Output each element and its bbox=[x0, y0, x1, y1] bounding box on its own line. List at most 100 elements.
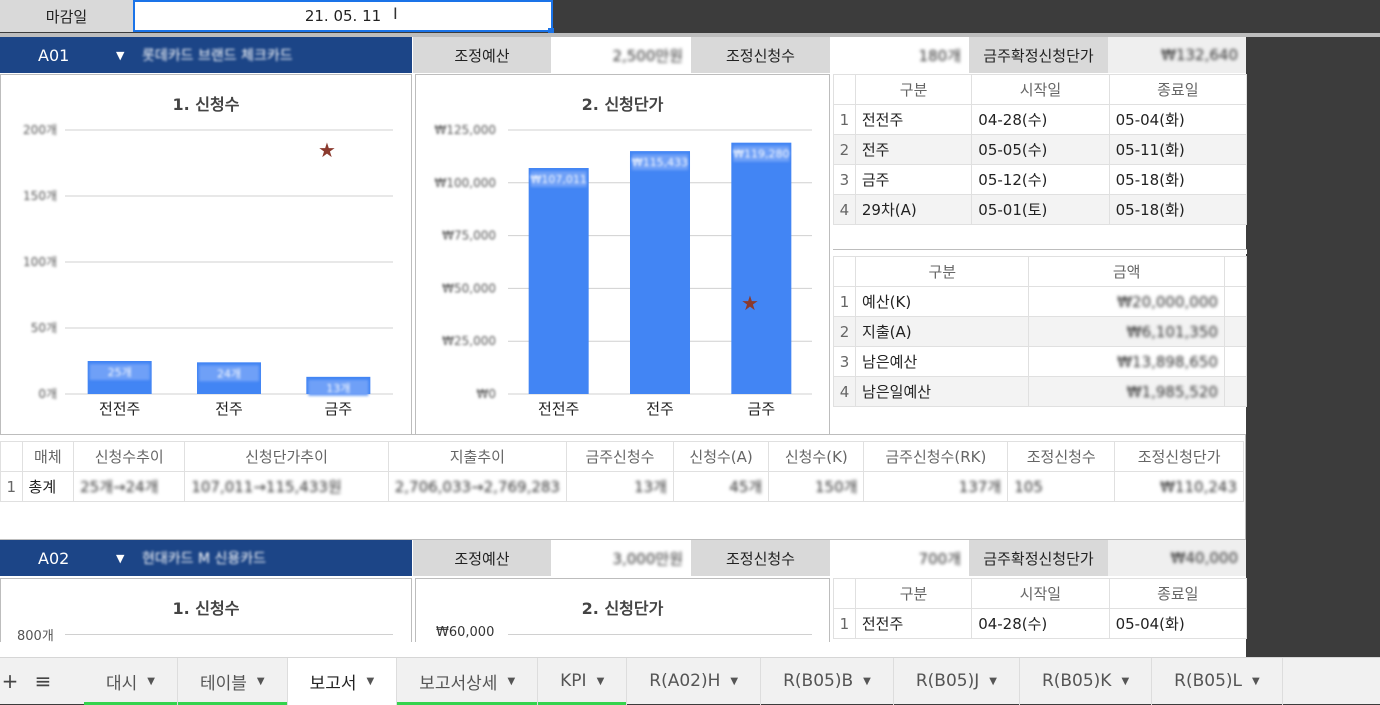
table-row[interactable]: 2 지출(A) ₩6,101,350 bbox=[832, 316, 1248, 347]
sheet-tab-label: 보고서상세 bbox=[419, 673, 498, 694]
sheet-tab[interactable]: R(B05)L ▼ bbox=[1152, 657, 1283, 705]
caret-down-icon[interactable]: ▼ bbox=[730, 676, 738, 687]
caret-down-icon[interactable]: ▼ bbox=[1121, 676, 1129, 687]
table-row[interactable]: 4 남은일예산 ₩1,985,520 bbox=[832, 376, 1248, 407]
caret-down-icon[interactable]: ▼ bbox=[367, 676, 375, 687]
deadline-value: 21. 05. 11 bbox=[304, 7, 382, 25]
row-number-cell bbox=[833, 74, 856, 105]
data-label: ₩115,433 bbox=[632, 156, 688, 169]
sheet-tab[interactable]: R(B05)B ▼ bbox=[761, 657, 894, 705]
header-cell: 시작일 bbox=[971, 74, 1110, 105]
star-icon: ★ bbox=[741, 291, 759, 315]
deadline-input[interactable]: 21. 05. 11 Ⅰ bbox=[133, 0, 553, 32]
sheet-tab[interactable]: R(B05)J ▼ bbox=[894, 657, 1020, 705]
header-cell: 금액 bbox=[1028, 256, 1225, 287]
y-tick-label: 200개 bbox=[23, 123, 57, 137]
y-tick-label: ₩50,000 bbox=[442, 281, 496, 295]
sheet-tab[interactable]: 보고서상세 ▼ bbox=[397, 657, 539, 705]
caret-down-icon[interactable]: ▼ bbox=[257, 676, 265, 687]
table-row[interactable]: 3 금주 05-12(수) 05-18(화) bbox=[833, 164, 1248, 195]
section-code: A02 bbox=[38, 548, 70, 568]
caret-down-icon[interactable]: ▼ bbox=[507, 676, 515, 687]
data-label: 13개 bbox=[326, 382, 350, 395]
y-tick-label: ₩60,000 bbox=[436, 625, 495, 640]
data-label: 24개 bbox=[217, 367, 241, 380]
table-row[interactable]: 1 예산(K) ₩20,000,000 bbox=[832, 286, 1248, 317]
adj-count-label: 조정신청수 bbox=[691, 37, 830, 73]
caret-down-icon[interactable]: ▼ bbox=[597, 676, 605, 687]
sheet-tab-label: 보고서 bbox=[309, 673, 357, 694]
sheet-tab-label: R(A02)H bbox=[649, 671, 721, 691]
row-number-cell bbox=[832, 256, 856, 287]
caret-down-icon[interactable]: ▼ bbox=[116, 49, 124, 62]
section-code: A01 bbox=[38, 45, 70, 65]
sheet-tab[interactable]: 보고서 ▼ bbox=[287, 657, 398, 705]
grid-line bbox=[65, 634, 393, 635]
x-category-label: 금주 bbox=[325, 400, 353, 418]
caret-down-icon[interactable]: ▼ bbox=[863, 676, 871, 687]
sheet-tab-label: R(B05)L bbox=[1174, 671, 1243, 691]
sheet-tab[interactable]: R(A02)H ▼ bbox=[627, 657, 762, 705]
header-cell: 종료일 bbox=[1108, 74, 1248, 105]
sheet-tab-label: R(B05)B bbox=[783, 671, 854, 691]
y-tick-label: 50개 bbox=[31, 321, 57, 335]
chart-svg: ₩0 ₩25,000 ₩50,000 ₩75,000 ₩100,000 ₩125,000 ₩… bbox=[435, 123, 812, 418]
caret-down-icon[interactable]: ▼ bbox=[989, 676, 997, 687]
caret-down-icon[interactable]: ▼ bbox=[1252, 676, 1260, 687]
x-category-label: 전전주 bbox=[99, 400, 140, 418]
y-tick-label: ₩100,000 bbox=[435, 176, 497, 190]
sheet-tab[interactable]: KPI ▼ bbox=[538, 657, 628, 705]
sheet-tab[interactable]: 대시 ▼ bbox=[84, 657, 178, 705]
bar[interactable] bbox=[528, 168, 589, 394]
sheet-tab[interactable]: R(B05)K ▼ bbox=[1020, 657, 1153, 705]
chart-application-count[interactable]: 1. 신청수 0개 50개 100개 150개 200개 25개 전전주 24개 전주 13개 금주… bbox=[0, 74, 412, 435]
text-cursor-icon: Ⅰ bbox=[393, 4, 398, 23]
sheet-tab-bar: + ≡ 대시 ▼ 테이블 ▼ 보고서 ▼ 보고서상세 ▼ KPI ▼ R(A02)H ▼ R(B05)B… bbox=[0, 657, 1380, 705]
deadline-label: 마감일 bbox=[0, 0, 133, 32]
x-category-label: 전주 bbox=[646, 400, 674, 418]
adj-budget-value: 2,500만원 bbox=[552, 37, 691, 73]
table-row[interactable]: 1 전전주 04-28(수) 05-04(화) bbox=[833, 104, 1248, 135]
data-label: ₩107,011 bbox=[530, 173, 586, 186]
chart-title: 2. 신청단가 bbox=[581, 599, 664, 618]
header-cell: 구분 bbox=[854, 74, 973, 105]
sheet-tab-label: 테이블 bbox=[199, 673, 247, 694]
sheet-tab-label: R(B05)J bbox=[915, 671, 980, 691]
table-row[interactable]: 1 총계 25개→24개 107,011→115,433원 2,706,033→… bbox=[0, 471, 1244, 502]
x-category-label: 금주 bbox=[748, 400, 776, 418]
adj-count-value: 700개 bbox=[830, 540, 969, 576]
add-sheet-button[interactable]: + bbox=[0, 669, 20, 693]
x-category-label: 전전주 bbox=[538, 400, 579, 418]
confirmed-price-value: ₩40,000 bbox=[1108, 540, 1246, 576]
y-tick-label: 150개 bbox=[23, 189, 57, 203]
chart-application-price[interactable]: 2. 신청단가 ₩0 ₩25,000 ₩50,000 ₩75,000 ₩100,000 ₩… bbox=[415, 74, 830, 435]
period-table: 구분 시작일 종료일 1 전전주 04-28(수) 05-04(화) 2 전주 05-05… bbox=[833, 74, 1248, 225]
adj-count-label: 조정신청수 bbox=[691, 540, 830, 576]
sheet-tab-label: R(B05)K bbox=[1041, 671, 1112, 691]
data-label: ₩119,280 bbox=[733, 148, 789, 161]
section-a02-header[interactable]: A02 ▼ 현대카드 M 신용카드 bbox=[0, 540, 412, 576]
table-row[interactable]: 3 남은예산 ₩13,898,650 bbox=[832, 346, 1248, 377]
chart-svg: 0개 50개 100개 150개 200개 25개전전주 24개전주 13개금주 ★ bbox=[23, 123, 393, 418]
confirmed-price-value: ₩132,640 bbox=[1108, 37, 1246, 73]
chart-title: 1. 신청수 bbox=[172, 599, 240, 618]
caret-down-icon[interactable]: ▼ bbox=[147, 676, 155, 687]
adj-count-value: 180개 bbox=[830, 37, 969, 73]
bar[interactable] bbox=[731, 142, 792, 394]
table-row[interactable]: 1 전전주 04-28(수) 05-04(화) bbox=[833, 608, 1248, 639]
y-tick-label: ₩75,000 bbox=[442, 229, 496, 243]
table-row[interactable]: 2 전주 05-05(수) 05-11(화) bbox=[833, 134, 1248, 165]
adj-budget-label: 조정예산 bbox=[413, 37, 551, 73]
bar[interactable] bbox=[630, 151, 690, 394]
adj-budget-value: 3,000만원 bbox=[552, 540, 691, 576]
all-sheets-menu-button[interactable]: ≡ bbox=[20, 669, 66, 693]
confirmed-price-label: 금주확정신청단가 bbox=[969, 540, 1108, 576]
caret-down-icon[interactable]: ▼ bbox=[116, 552, 124, 565]
section-name: 현대카드 M 신용카드 bbox=[142, 551, 267, 567]
table-row[interactable]: 4 29차(A) 05-01(토) 05-18(화) bbox=[833, 194, 1248, 225]
summary-table: 매체 신청수추이 신청단가추이 지출추이 금주신청수 신청수(A) 신청수(K)… bbox=[0, 441, 1244, 502]
table-gap bbox=[833, 249, 1247, 254]
section-a01-header[interactable]: A01 ▼ 롯데카드 브랜드 체크카드 bbox=[0, 37, 412, 73]
grid-clip-white bbox=[0, 642, 1246, 657]
sheet-tab[interactable]: 테이블 ▼ bbox=[177, 657, 288, 705]
